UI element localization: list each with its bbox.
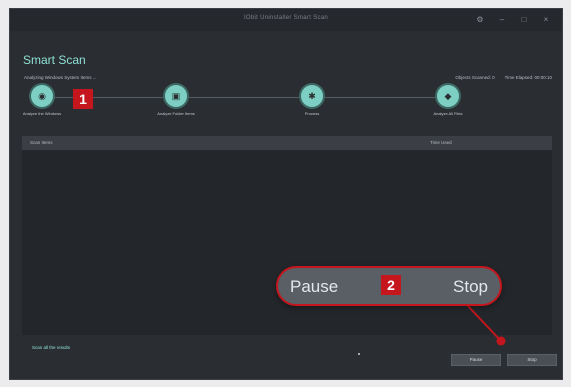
maximize-icon[interactable]: □	[518, 14, 530, 26]
scan-results-link[interactable]: Scan all the results	[32, 345, 70, 350]
scan-status: Analyzing Windows System Items ...	[24, 75, 97, 80]
file-icon: ◆	[437, 85, 459, 107]
stop-button[interactable]: Stop	[507, 354, 557, 366]
results-table-body[interactable]	[22, 150, 552, 335]
scan-counts: Objects Scanned: 0 Time Elapsed: 00:00:1…	[455, 75, 552, 80]
app-window: IObit Uninstaller Smart Scan ⚙ – □ × Sma…	[9, 8, 563, 380]
step-1: ◉ Analyze the Windows	[12, 85, 72, 116]
progress-track	[43, 97, 459, 98]
close-icon[interactable]: ×	[540, 14, 552, 26]
step-3: ✱ Process	[282, 85, 342, 116]
objects-scanned: Objects Scanned: 0	[455, 75, 495, 80]
folder-icon: ▣	[165, 85, 187, 107]
step-label: Process	[304, 111, 320, 116]
step-label: Analyze Folder Items	[157, 111, 195, 116]
gear-icon: ✱	[301, 85, 323, 107]
column-time-used[interactable]: Time Used	[430, 140, 452, 145]
scan-icon: ◉	[31, 85, 53, 107]
step-2: ▣ Analyze Folder Items	[146, 85, 206, 116]
column-scan-items[interactable]: Scan Items	[30, 140, 53, 145]
step-label: Analyze All Files	[433, 111, 463, 116]
page-title: Smart Scan	[23, 53, 86, 67]
title-bar: IObit Uninstaller Smart Scan ⚙ – □ ×	[10, 9, 562, 31]
gear-icon[interactable]: ⚙	[474, 14, 486, 26]
step-4: ◆ Analyze All Files	[418, 85, 478, 116]
zoom-stop-label: Stop	[453, 277, 488, 296]
callout-badge-2: 2	[381, 275, 401, 295]
zoom-pause-label: Pause	[290, 277, 339, 296]
step-label: Analyze the Windows	[22, 111, 62, 116]
footer-indicator	[358, 353, 360, 355]
callout-badge-1: 1	[73, 89, 93, 109]
time-elapsed: Time Elapsed: 00:00:10	[504, 75, 552, 80]
window-controls: ⚙ – □ ×	[474, 14, 552, 26]
results-table-header: Scan Items Time Used	[22, 136, 552, 150]
pause-button[interactable]: Pause	[451, 354, 501, 366]
minimize-icon[interactable]: –	[496, 14, 508, 26]
